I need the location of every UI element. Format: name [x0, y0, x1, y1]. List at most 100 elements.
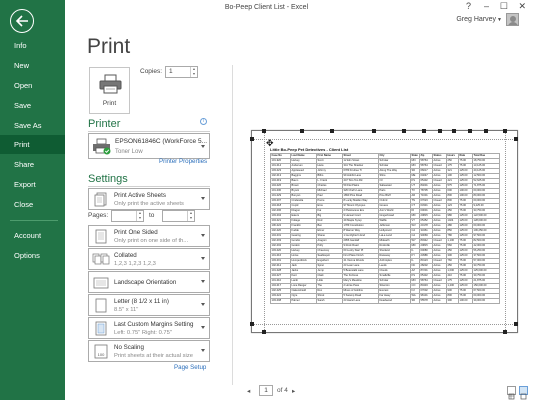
paper-size-subtitle: 8.5" x 11" [114, 307, 139, 313]
settings-section-rule [88, 186, 210, 187]
margin-handle[interactable] [514, 322, 518, 326]
pages-from-spinner[interactable]: ▲ ▼ [136, 211, 143, 221]
print-button[interactable]: Print [89, 67, 130, 114]
collation-select[interactable]: Collated 1,2,3 1,2,3 1,2,3 [88, 248, 210, 270]
nav-share[interactable]: Share [0, 155, 65, 174]
copies-input[interactable]: 1 ▲ ▼ [165, 66, 198, 78]
pages-from-input[interactable]: ▲ ▼ [111, 210, 144, 222]
avatar-body [508, 22, 518, 25]
pages-to-spinner[interactable]: ▲ ▼ [187, 211, 194, 221]
margin-handle[interactable] [250, 137, 254, 141]
margins-select[interactable]: Last Custom Margins Setting Left: 0.75" … [88, 317, 210, 339]
printer-section-title: Printer [88, 118, 121, 130]
scaling-icon-text: 100 [98, 352, 105, 357]
preview-divider [232, 65, 233, 385]
margin-line[interactable] [264, 131, 265, 332]
chevron-down-icon[interactable]: ▼ [497, 17, 502, 23]
printer-section-rule [88, 131, 210, 132]
chevron-down-icon [201, 349, 205, 352]
print-preview-page: ✥ Little Bo-Peep Pet Detectives - Client… [250, 129, 518, 334]
copies-label: Copies: [140, 68, 163, 75]
margins-icon [95, 321, 107, 336]
table-row: 104-017 Lone Ranger The 2 Horse Pass Silvert… [270, 283, 500, 289]
margin-handle[interactable] [452, 129, 456, 133]
avatar[interactable] [506, 13, 519, 26]
margin-handle[interactable] [262, 330, 266, 334]
chevron-down-icon [201, 303, 205, 306]
pages-to-input[interactable]: ▲ ▼ [162, 210, 195, 222]
page-setup-link[interactable]: Page Setup [174, 364, 206, 371]
sides-select[interactable]: Print One Sided Only print on one side o… [88, 225, 210, 247]
nav-info[interactable]: Info [0, 36, 65, 55]
margin-line[interactable] [252, 139, 517, 140]
nav-account[interactable]: Account [0, 226, 65, 245]
sheet-title: Little Bo-Peep Pet Detectives - Client L… [270, 147, 349, 152]
table-body: Case No Last Name First Name Street City Stat… [270, 153, 500, 304]
next-page-button[interactable]: ▸ [292, 387, 295, 395]
nav-open[interactable]: Open [0, 76, 65, 95]
maximize-button[interactable]: ☐ [500, 1, 508, 12]
back-arrow-icon [15, 15, 28, 27]
margin-handle[interactable] [503, 129, 507, 133]
nav-export[interactable]: Export [0, 175, 65, 194]
chevron-down-icon [201, 145, 205, 148]
close-button[interactable]: ✕ [518, 1, 526, 12]
pages-to-label: to [149, 212, 155, 219]
show-margins-button[interactable] [507, 386, 516, 400]
print-what-select[interactable]: Print Active Sheets Only print the activ… [88, 188, 210, 210]
page-number-input[interactable]: 1 [259, 385, 273, 396]
table-cell: 390 [446, 298, 459, 304]
table-cell: 23 Hazel Lane [342, 298, 379, 304]
settings-section-title: Settings [88, 173, 128, 185]
user-name[interactable]: Greg Harvey [456, 16, 496, 23]
minimize-button[interactable]: – [484, 1, 489, 11]
orientation-select[interactable]: Landscape Orientation [88, 271, 210, 293]
printer-properties-link[interactable]: Printer Properties [159, 158, 207, 165]
nav-divider [10, 220, 58, 221]
sides-subtitle: Only print on one side of th... [114, 238, 189, 244]
copies-spinner[interactable]: ▲ ▼ [190, 67, 197, 77]
printer-select[interactable]: EPSON61846C (WorkForce 5... Toner Low [88, 133, 210, 159]
nav-print[interactable]: Print [0, 135, 65, 154]
printer-ready-icon [93, 138, 111, 155]
nav-save-as[interactable]: Save As [0, 116, 65, 135]
info-icon[interactable]: i [200, 118, 207, 125]
nav-options[interactable]: Options [0, 246, 65, 265]
orientation-title: Landscape Orientation [114, 279, 177, 286]
chevron-down-icon [201, 280, 205, 283]
margin-line[interactable] [505, 131, 506, 332]
collation-title: Collated [114, 252, 137, 259]
paper-size-select[interactable]: Letter (8 1/2 x 11 in) 8.5" x 11" [88, 294, 210, 316]
nav-save[interactable]: Save [0, 96, 65, 115]
scaling-title: No Scaling [114, 344, 144, 351]
sheets-icon [94, 192, 107, 207]
table-cell: 55578 [419, 298, 433, 304]
prev-page-button[interactable]: ◂ [247, 387, 250, 395]
margin-handle[interactable] [468, 129, 472, 133]
pages-label: Pages: [88, 212, 109, 219]
nav-close[interactable]: Close [0, 195, 65, 214]
help-button[interactable]: ? [466, 1, 471, 11]
zoom-to-page-button[interactable] [519, 386, 528, 400]
margin-line[interactable] [252, 324, 517, 325]
table-row: 102-025 Oakenshield Rex Mines of Goblins Eve… [270, 288, 500, 294]
scaling-select[interactable]: 100 No Scaling Print sheets at their act… [88, 340, 210, 362]
margin-handle[interactable] [250, 322, 254, 326]
margin-handle[interactable] [372, 129, 376, 133]
margins-subtitle: Left: 0.75" Right: 0.75" [114, 330, 172, 336]
margin-handle[interactable] [438, 129, 442, 133]
margin-handle[interactable] [300, 129, 304, 133]
table-row: 103-008 Palmer Sarah 23 Hazel Lane Deadwood S… [270, 298, 500, 304]
back-button[interactable] [10, 9, 34, 33]
table-cell: Sarah [316, 298, 343, 304]
nav-new[interactable]: New [0, 56, 65, 75]
margin-handle[interactable] [262, 129, 266, 133]
margin-handle[interactable] [503, 330, 507, 334]
margin-handle[interactable] [422, 129, 426, 133]
margin-handle[interactable] [402, 129, 406, 133]
margin-handle[interactable] [330, 129, 334, 133]
margin-handle[interactable] [514, 137, 518, 141]
margin-handle[interactable] [484, 129, 488, 133]
window-title: Bo-Peep Client List - Excel [224, 4, 309, 11]
chevron-down-icon [201, 326, 205, 329]
